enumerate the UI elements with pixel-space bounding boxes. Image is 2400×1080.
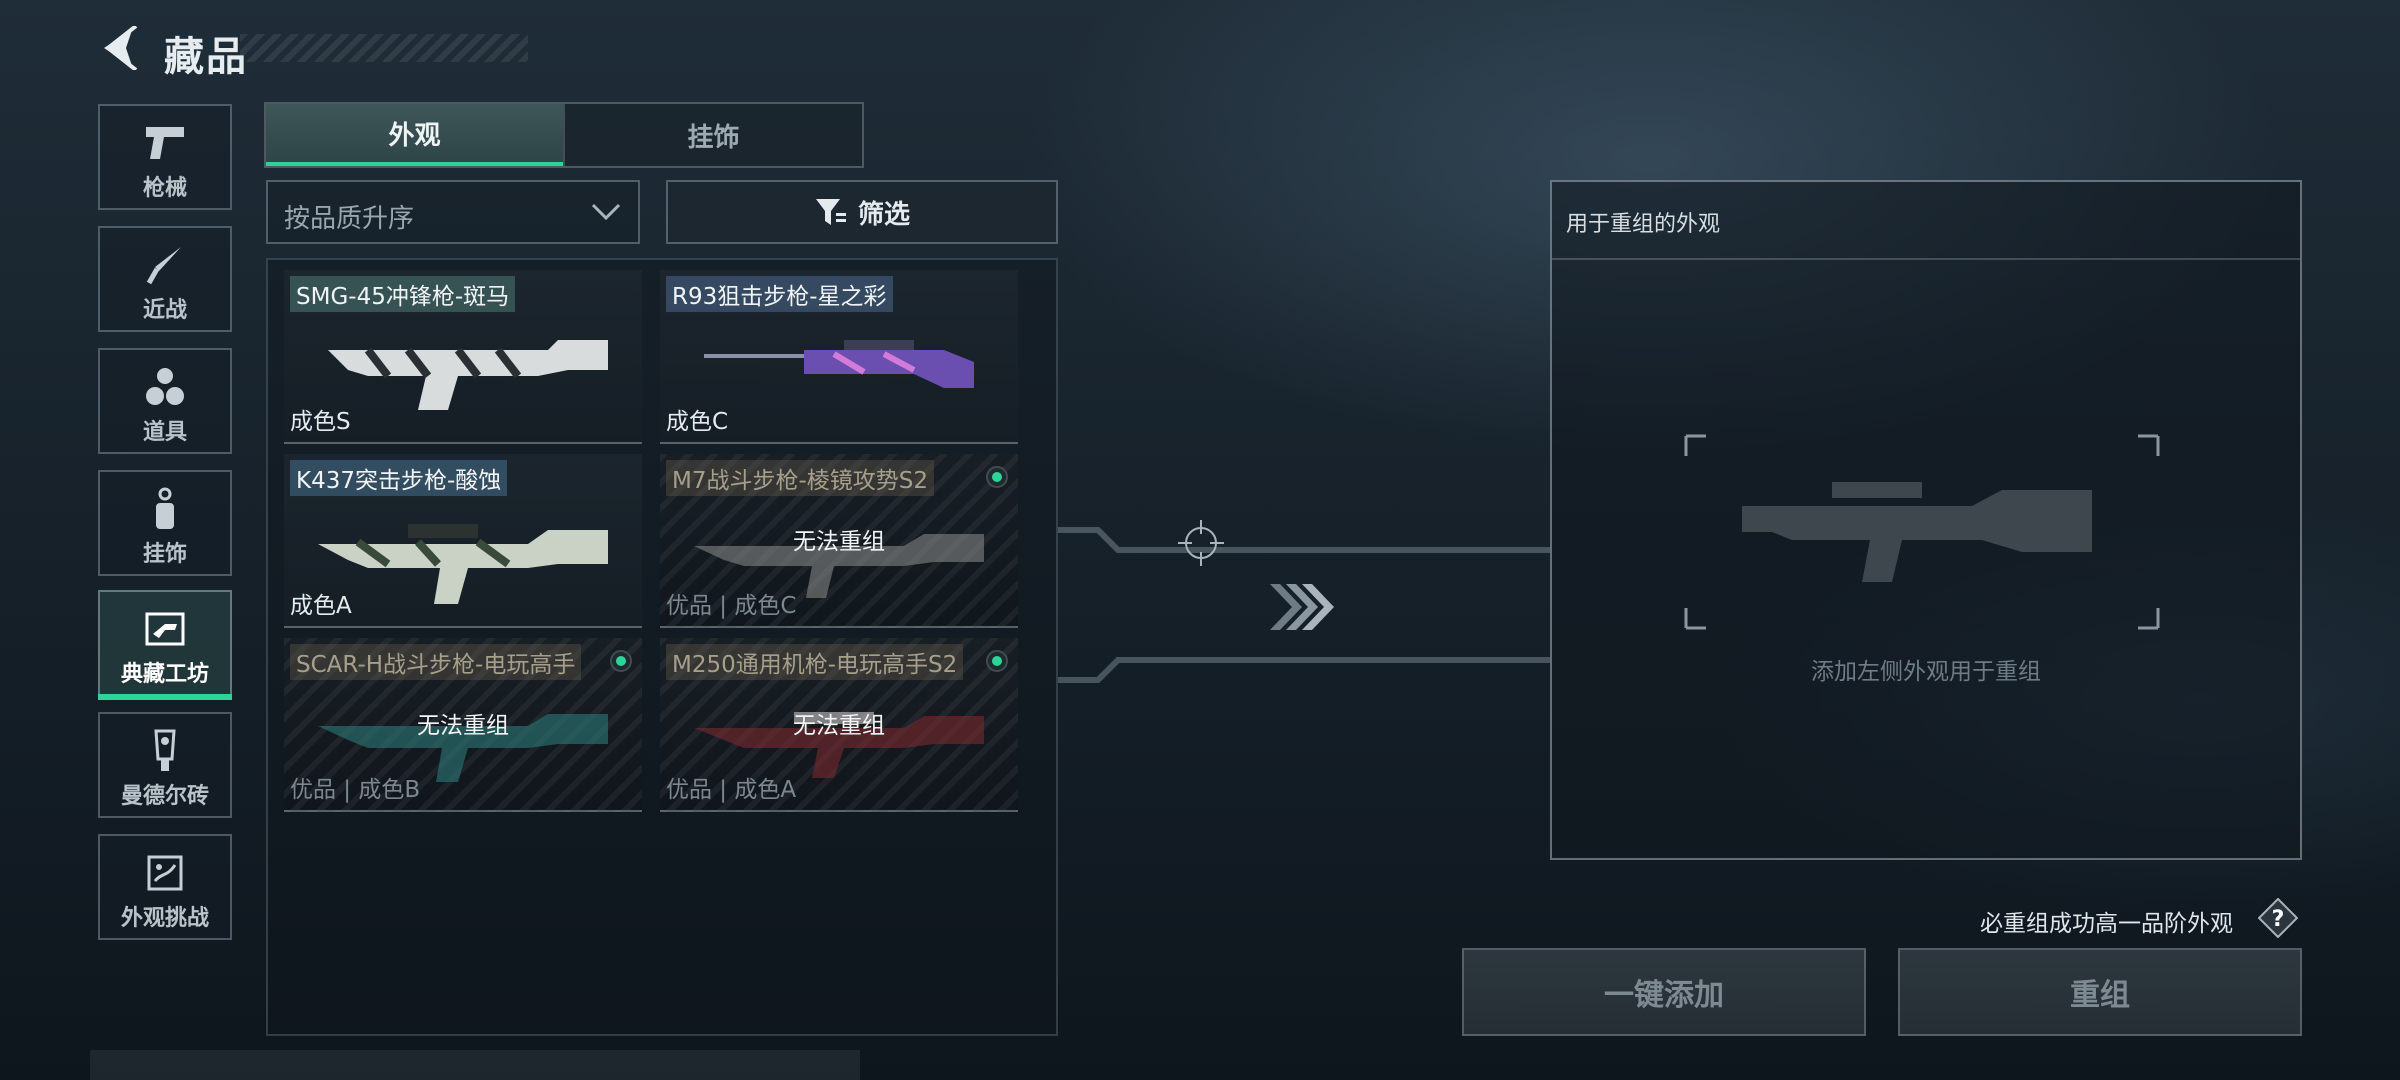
crosshair-icon <box>1178 520 1224 566</box>
recombine-panel: 用于重组的外观 添加左侧外观用于重组 <box>1550 180 2302 860</box>
nav-item-melee[interactable]: 近战 <box>98 226 232 332</box>
challenge-icon <box>147 855 183 891</box>
pistol-icon <box>146 127 184 159</box>
recombine-hint: 添加左侧外观用于重组 <box>1811 659 2041 685</box>
filter-label: 筛选 <box>857 199 910 230</box>
nav-item-mandel-brick[interactable]: 曼德尔砖 <box>98 712 232 818</box>
nav-label: 挂饰 <box>142 542 187 567</box>
skin-name: K437突击步枪-酸蚀 <box>290 460 508 496</box>
knife-icon <box>146 247 181 285</box>
filter-icon <box>815 199 846 225</box>
nav-label: 枪械 <box>142 176 187 201</box>
workshop-icon <box>145 612 185 646</box>
skin-card[interactable]: R93狙击步枪-星之彩 成色C <box>660 270 1018 444</box>
mandel-brick-icon <box>154 729 176 771</box>
recombine-panel-title: 用于重组的外观 <box>1566 212 1721 237</box>
assault-rifle-image <box>318 524 608 604</box>
skin-card-locked[interactable]: M250通用机枪-电玩高手S2 无法重组 优品 | 成色A <box>660 638 1018 812</box>
skin-grade: 优品 | 成色A <box>666 777 797 803</box>
svg-text:?: ? <box>2272 907 2285 932</box>
skin-name: M7战斗步枪-棱镜攻势S2 <box>666 460 935 496</box>
back-arrow-icon[interactable] <box>96 26 138 70</box>
skin-name: SCAR-H战斗步枪-电玩高手 <box>290 644 582 680</box>
chevron-down-icon <box>591 203 621 221</box>
title-decoration <box>240 34 528 62</box>
help-icon[interactable]: ? <box>2258 898 2298 938</box>
status-dot-icon <box>610 650 632 672</box>
nav-label: 典藏工坊 <box>120 662 209 687</box>
sniper-rifle-image <box>704 340 974 388</box>
skin-grade: 优品 | 成色C <box>666 593 797 619</box>
nav-item-items[interactable]: 道具 <box>98 348 232 454</box>
skin-card-locked[interactable]: M7战斗步枪-棱镜攻势S2 无法重组 优品 | 成色C <box>660 454 1018 628</box>
nav-item-charms[interactable]: 挂饰 <box>98 470 232 576</box>
status-dot-icon <box>986 466 1008 488</box>
skin-grade: 成色C <box>666 409 729 435</box>
skin-card[interactable]: K437突击步枪-酸蚀 成色A <box>284 454 642 628</box>
sort-label: 按品质升序 <box>284 204 415 234</box>
skin-grade: 成色A <box>290 593 352 619</box>
divider <box>1552 258 2300 260</box>
grenades-icon <box>146 368 184 405</box>
triple-chevron-icon <box>1270 584 1334 630</box>
recombine-button[interactable]: 重组 <box>1898 948 2302 1036</box>
blurred-footer <box>90 1050 860 1080</box>
empty-slot-rifle-icon[interactable] <box>1672 432 2172 632</box>
charm-icon <box>156 487 174 529</box>
tab-appearance[interactable]: 外观 <box>266 104 563 166</box>
guarantee-text: 必重组成功高一品阶外观 <box>1980 911 2233 937</box>
smg-zebra-image <box>328 340 608 410</box>
locked-message: 无法重组 <box>793 713 885 739</box>
skin-grade: 优品 | 成色B <box>290 777 421 803</box>
tab-bar: 外观 挂饰 <box>264 102 864 168</box>
sort-dropdown[interactable]: 按品质升序 <box>266 180 640 244</box>
tab-charms[interactable]: 挂饰 <box>563 104 862 166</box>
nav-item-workshop[interactable]: 典藏工坊 <box>98 590 232 700</box>
page-title: 藏品 <box>164 34 248 80</box>
status-dot-icon <box>986 650 1008 672</box>
nav-label: 外观挑战 <box>120 906 209 931</box>
skin-card-locked[interactable]: SCAR-H战斗步枪-电玩高手 无法重组 优品 | 成色B <box>284 638 642 812</box>
locked-message: 无法重组 <box>793 529 885 555</box>
skin-name: M250通用机枪-电玩高手S2 <box>666 644 964 680</box>
nav-label: 曼德尔砖 <box>120 784 209 809</box>
add-all-button[interactable]: 一键添加 <box>1462 948 1866 1036</box>
locked-message: 无法重组 <box>417 713 509 739</box>
skin-name: R93狙击步枪-星之彩 <box>666 276 893 312</box>
nav-label: 近战 <box>142 298 187 323</box>
filter-button[interactable]: 筛选 <box>666 180 1058 244</box>
nav-item-challenge[interactable]: 外观挑战 <box>98 834 232 940</box>
skin-name: SMG-45冲锋枪-斑马 <box>290 276 516 312</box>
nav-item-guns[interactable]: 枪械 <box>98 104 232 210</box>
skin-grade: 成色S <box>290 409 351 435</box>
skin-card[interactable]: SMG-45冲锋枪-斑马 成色S <box>284 270 642 444</box>
nav-label: 道具 <box>142 420 187 445</box>
